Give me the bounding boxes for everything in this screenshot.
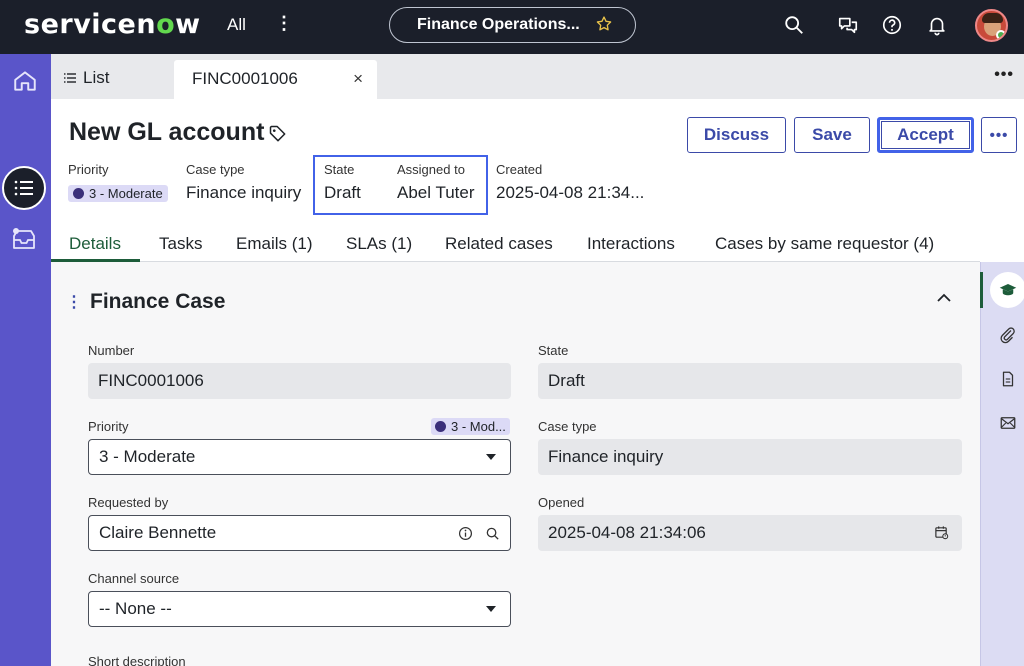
header-case-type: Case type Finance inquiry xyxy=(186,162,301,203)
search-icon[interactable] xyxy=(485,526,500,541)
list-icon xyxy=(14,180,33,196)
help-icon[interactable] xyxy=(881,14,903,36)
record-title: New GL account xyxy=(69,118,265,146)
user-avatar[interactable] xyxy=(975,9,1008,42)
close-tab-icon[interactable]: × xyxy=(353,69,363,89)
calendar-icon[interactable] xyxy=(934,525,949,540)
list-nav-button[interactable] xyxy=(2,166,46,210)
paperclip-icon[interactable] xyxy=(999,326,1017,344)
tab-tasks[interactable]: Tasks xyxy=(159,234,202,254)
tabs-more-button[interactable]: ••• xyxy=(994,66,1014,84)
state-field: Draft xyxy=(538,363,962,399)
channel-source-value: -- None -- xyxy=(99,599,172,618)
opened-field: 2025-04-08 21:34:06 xyxy=(538,515,962,551)
tab-cases-by-requestor[interactable]: Cases by same requestor (4) xyxy=(715,234,934,254)
channel-source-select[interactable]: -- None -- xyxy=(88,591,511,627)
active-tab-label: FINC0001006 xyxy=(192,69,298,88)
state-label: State xyxy=(538,343,569,358)
header-priority: Priority 3 - Moderate xyxy=(68,162,168,204)
header-assigned-label: Assigned to xyxy=(397,162,465,177)
graduation-cap-icon[interactable] xyxy=(999,281,1017,299)
form-tabs: Details Tasks Emails (1) SLAs (1) Relate… xyxy=(51,228,980,262)
scope-label: Finance Operations... xyxy=(417,16,580,33)
document-icon[interactable] xyxy=(999,370,1017,388)
inbox-icon[interactable] xyxy=(10,226,38,254)
requested-by-label: Requested by xyxy=(88,495,169,510)
top-navigation-bar: servicenow All ⋮ Finance Operations... xyxy=(0,0,1024,54)
priority-badge: 3 - Moderate xyxy=(68,185,168,202)
priority-dot-icon xyxy=(73,188,84,199)
save-button[interactable]: Save xyxy=(794,117,870,153)
servicenow-logo[interactable]: servicenow xyxy=(24,9,201,40)
list-tab-label: List xyxy=(83,68,110,87)
assigned-to-link[interactable]: Abel Tuter xyxy=(397,183,475,203)
info-icon[interactable] xyxy=(458,526,473,541)
priority-label: Priority xyxy=(88,419,129,434)
chevron-up-icon[interactable] xyxy=(935,291,953,305)
header-case-type-value: Finance inquiry xyxy=(186,183,302,202)
header-state: State Draft xyxy=(324,162,361,203)
number-label: Number xyxy=(88,343,135,358)
all-menu-button[interactable]: All xyxy=(227,15,246,35)
list-tab[interactable]: List xyxy=(63,68,109,88)
tab-interactions[interactable]: Interactions xyxy=(587,234,675,254)
priority-select-value: 3 - Moderate xyxy=(99,447,196,466)
priority-inline-badge-text: 3 - Mod... xyxy=(451,419,506,434)
section-title: Finance Case xyxy=(90,290,226,313)
star-icon[interactable] xyxy=(595,15,613,33)
scope-selector[interactable]: Finance Operations... xyxy=(389,7,636,43)
avatar-hair xyxy=(982,13,1003,23)
short-description-label: Short description xyxy=(88,654,186,666)
header-created-label: Created xyxy=(496,162,543,177)
online-status-indicator xyxy=(996,30,1006,40)
list-small-icon xyxy=(64,73,76,83)
tab-details[interactable]: Details xyxy=(69,234,121,254)
contextual-side-panel xyxy=(980,262,1024,666)
tab-emails[interactable]: Emails (1) xyxy=(236,234,313,254)
workspace-tabs-bar: List FINC0001006 × ••• xyxy=(51,54,1024,99)
tab-slas[interactable]: SLAs (1) xyxy=(346,234,412,254)
header-state-label: State xyxy=(324,162,355,177)
header-state-value: Draft xyxy=(324,183,361,202)
case-type-label: Case type xyxy=(538,419,597,434)
opened-value: 2025-04-08 21:34:06 xyxy=(548,523,706,542)
search-icon[interactable] xyxy=(783,14,805,36)
case-type-field: Finance inquiry xyxy=(538,439,962,475)
requested-by-value: Claire Bennette xyxy=(99,523,217,542)
left-rail xyxy=(0,54,51,666)
header-assigned-to: Assigned to Abel Tuter xyxy=(397,162,475,203)
tab-related-cases[interactable]: Related cases xyxy=(445,234,553,254)
tab-finc0001006[interactable]: FINC0001006 × xyxy=(174,60,377,99)
priority-dot-icon-small xyxy=(435,421,446,432)
requested-by-field[interactable]: Claire Bennette xyxy=(88,515,511,551)
number-field: FINC0001006 xyxy=(88,363,511,399)
opened-label: Opened xyxy=(538,495,585,510)
chat-icon[interactable] xyxy=(837,14,859,36)
more-menu-icon[interactable]: ⋮ xyxy=(275,13,293,34)
channel-source-label: Channel source xyxy=(88,571,180,586)
priority-inline-badge: 3 - Mod... xyxy=(431,418,510,435)
header-created-value: 2025-04-08 21:34... xyxy=(496,183,645,202)
home-icon[interactable] xyxy=(12,68,38,94)
side-panel-active-indicator xyxy=(980,272,983,308)
bell-icon[interactable] xyxy=(926,14,948,36)
priority-select[interactable]: 3 - Moderate xyxy=(88,439,511,475)
section-menu-icon[interactable]: ⋮ xyxy=(66,292,82,312)
priority-badge-text: 3 - Moderate xyxy=(89,186,163,201)
tag-icon[interactable] xyxy=(268,124,288,144)
more-actions-button[interactable]: ••• xyxy=(981,117,1017,153)
accept-button[interactable]: Accept xyxy=(877,117,974,153)
header-created: Created 2025-04-08 21:34... xyxy=(496,162,644,203)
header-case-type-label: Case type xyxy=(186,162,245,177)
chevron-down-icon xyxy=(486,454,496,460)
mail-icon[interactable] xyxy=(999,414,1017,432)
chevron-down-icon xyxy=(486,606,496,612)
discuss-button[interactable]: Discuss xyxy=(687,117,786,153)
header-priority-label: Priority xyxy=(68,162,109,177)
